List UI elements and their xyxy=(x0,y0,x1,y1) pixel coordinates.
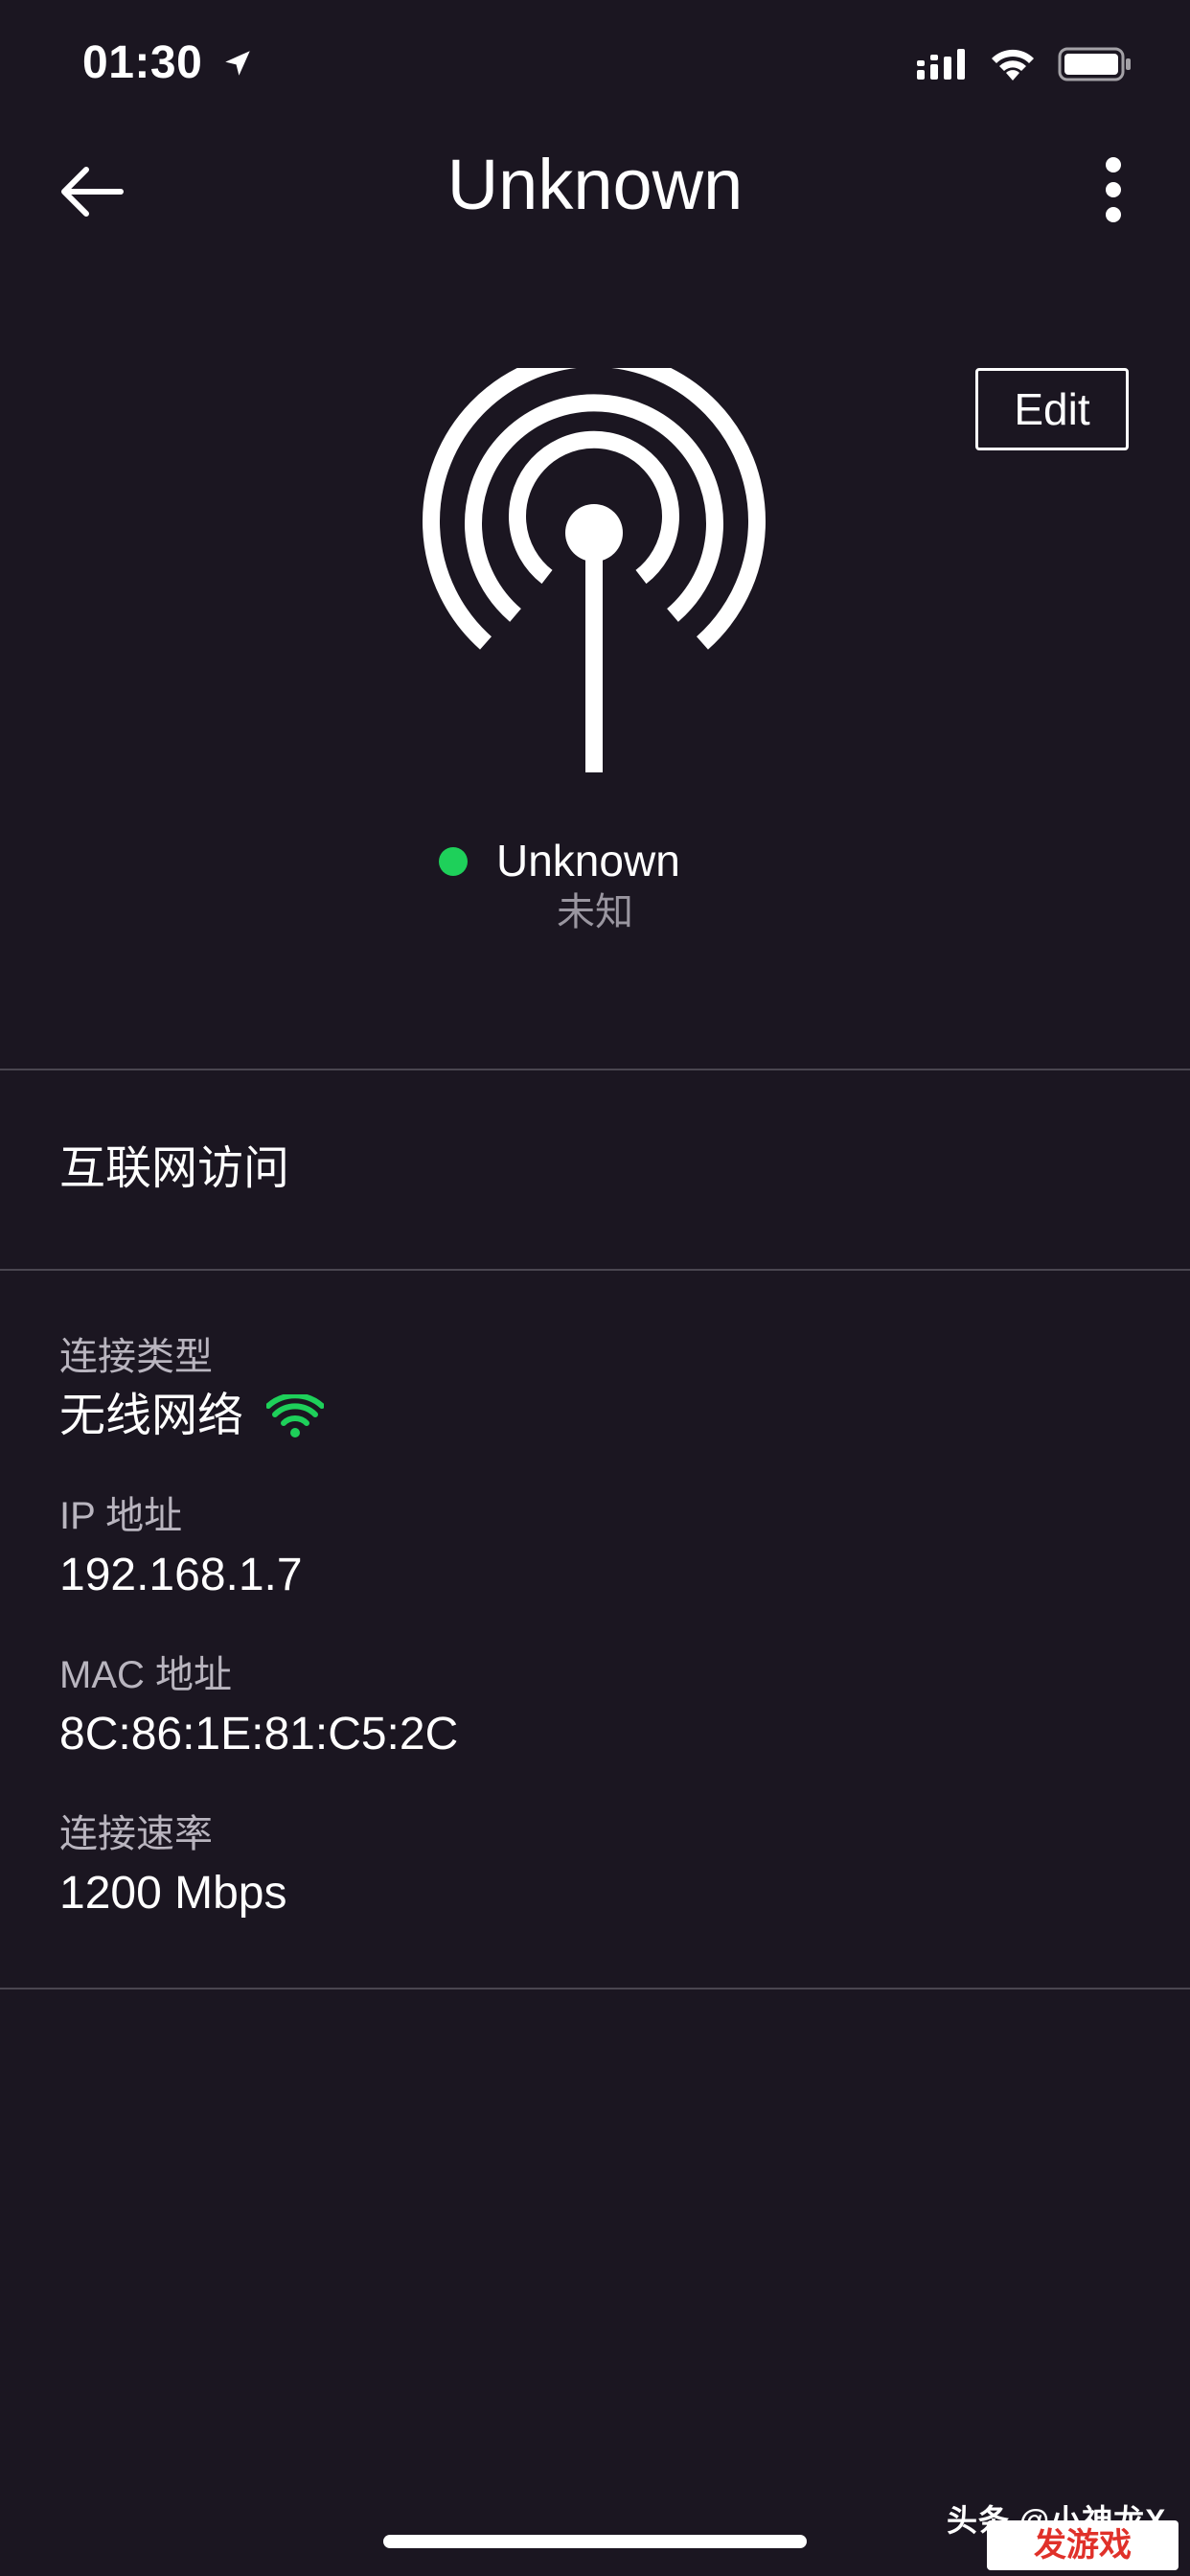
mac-address-value: 8C:86:1E:81:C5:2C xyxy=(59,1709,459,1760)
home-indicator[interactable] xyxy=(383,2535,807,2548)
more-vertical-icon xyxy=(1106,157,1121,222)
location-arrow-icon xyxy=(225,51,250,76)
edit-button[interactable]: Edit xyxy=(975,368,1129,450)
online-status-dot xyxy=(439,847,468,876)
watermark-logo: 发游戏 xyxy=(987,2520,1179,2570)
divider xyxy=(0,1269,1190,1271)
more-options-button[interactable] xyxy=(1094,153,1133,230)
device-image xyxy=(422,349,767,780)
ip-address-value: 192.168.1.7 xyxy=(59,1550,303,1600)
connection-type-label: 连接类型 xyxy=(59,1336,213,1378)
status-time-text: 01:30 xyxy=(82,37,203,88)
internet-access-row[interactable]: 互联网访问 xyxy=(59,1140,289,1198)
battery-icon xyxy=(1058,47,1131,81)
connection-speed-value: 1200 Mbps xyxy=(59,1868,287,1919)
status-indicators xyxy=(916,42,1133,86)
edit-button-label: Edit xyxy=(1014,384,1090,434)
connection-type-value: 无线网络 xyxy=(59,1391,244,1441)
device-subtitle: 未知 xyxy=(557,891,633,933)
mac-address-label: MAC 地址 xyxy=(59,1654,232,1696)
signal-icon xyxy=(917,49,965,80)
device-name: Unknown xyxy=(496,836,680,886)
divider xyxy=(0,1069,1190,1070)
antenna-broadcast-icon xyxy=(423,349,766,772)
divider xyxy=(0,1988,1190,1990)
page-title: Unknown xyxy=(446,145,744,224)
connection-type-value-row: 无线网络 xyxy=(59,1388,325,1445)
status-time: 01:30 xyxy=(82,34,254,92)
wifi-icon xyxy=(266,1394,325,1438)
connection-speed-label: 连接速率 xyxy=(59,1813,213,1855)
wifi-status-icon xyxy=(992,49,1034,80)
ip-address-label: IP 地址 xyxy=(59,1495,183,1537)
